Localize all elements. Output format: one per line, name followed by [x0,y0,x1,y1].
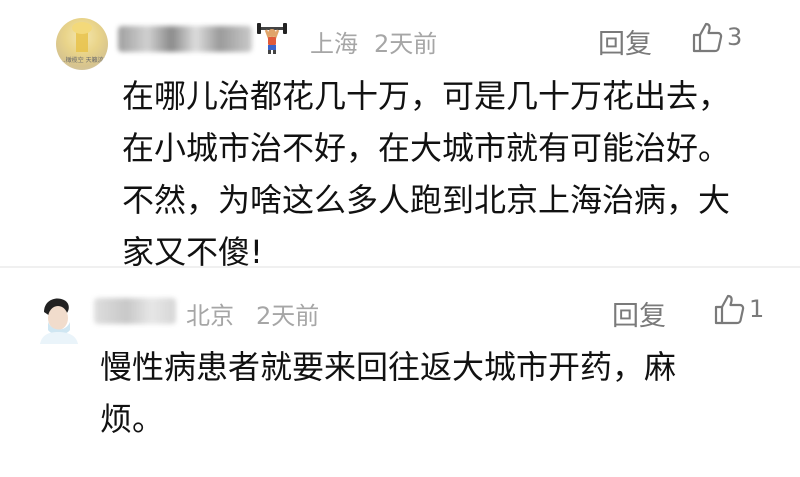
comment-text-line: 在小城市治不好，在大城市就有可能治好。 [122,129,731,167]
username-blurred[interactable] [118,26,252,52]
thumbs-up-icon [714,294,745,325]
comment-text: 慢性病患者就要来回往返大城市开药，麻 烦。 [100,341,760,445]
avatar[interactable]: ...橄榄空 天籁流声 [56,18,108,70]
avatar[interactable] [36,292,82,344]
thumbs-up-icon [692,22,723,53]
reply-button[interactable]: 回复 [612,294,666,333]
person-avatar-icon [40,298,78,344]
comment-item: 北京 2天前 回复 1 慢性病患者就要来回往返大城市开药，麻 烦。 [0,268,800,477]
like-count: 3 [727,23,743,51]
timestamp: 2天前 [374,30,438,58]
like-count: 1 [749,295,765,323]
comment-text-line: 慢性病患者就要来回往返大城市开药，麻 [100,348,677,386]
weightlifter-icon [256,20,288,54]
reply-button[interactable]: 回复 [598,22,652,61]
comment-text: 在哪儿治都花几十万，可是几十万花出去， 在小城市治不好，在大城市就有可能治好。 … [122,70,782,278]
like-button[interactable]: 3 [690,20,742,54]
location-label: 北京 [186,302,234,330]
like-button[interactable]: 1 [712,292,764,326]
comment-text-line: 不然，为啥这么多人跑到北京上海治病，大 [122,181,731,219]
comment-text-line: 在哪儿治都花几十万，可是几十万花出去， [122,77,731,115]
avatar-caption: ...橄榄空 天籁流声 [60,57,108,64]
comment-text-line: 烦。 [100,400,165,438]
comment-item: ...橄榄空 天籁流声 上海 2天前 回复 3 在哪儿治都花几十万，可是几十万花… [0,0,800,271]
username-blurred[interactable] [94,298,176,324]
location-label: 上海 [310,30,358,58]
timestamp: 2天前 [256,302,320,330]
